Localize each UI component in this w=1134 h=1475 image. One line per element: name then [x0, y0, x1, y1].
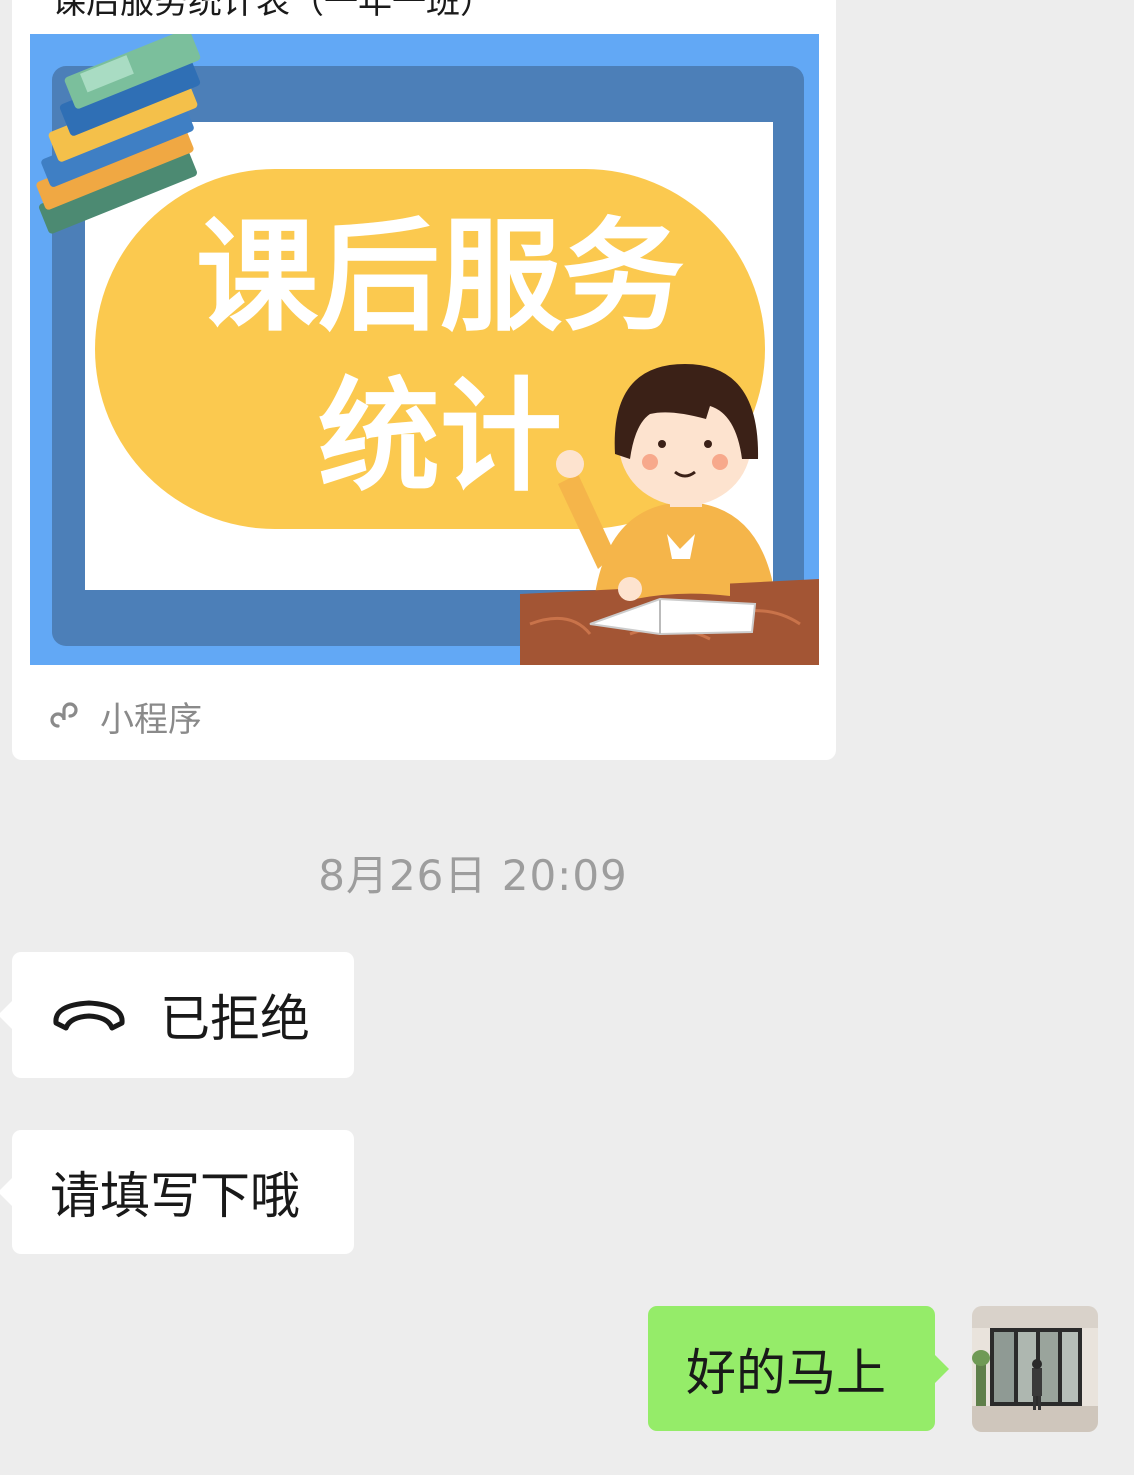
call-declined-bubble[interactable]: 已拒绝 [0, 952, 354, 1078]
mini-program-label: 小程序 [100, 699, 202, 740]
mini-program-icon [50, 702, 78, 728]
mini-program-cover-image: 课后服务 统计 [30, 34, 819, 665]
mini-program-footer: 小程序 [46, 688, 202, 744]
cover-title-line2: 统计 [318, 366, 562, 508]
mini-program-card[interactable]: 课后服务统计表（一年一班） 课后服务 统计 小程序 [12, 0, 836, 760]
call-status-text: 已拒绝 [160, 990, 310, 1048]
message-timestamp: 8月26日 20:09 [318, 851, 628, 900]
message-text: 好的马上 [686, 1343, 886, 1402]
message-text: 请填写下哦 [50, 1167, 300, 1225]
mini-program-title: 课后服务统计表（一年一班） [52, 0, 494, 22]
cover-title-line1: 课后服务 [196, 206, 684, 348]
phone-hangup-icon [53, 1000, 125, 1031]
message-bubble-received[interactable]: 请填写下哦 [0, 1130, 354, 1254]
message-bubble-sent[interactable]: 好的马上 [648, 1306, 949, 1431]
my-avatar[interactable] [972, 1306, 1098, 1432]
